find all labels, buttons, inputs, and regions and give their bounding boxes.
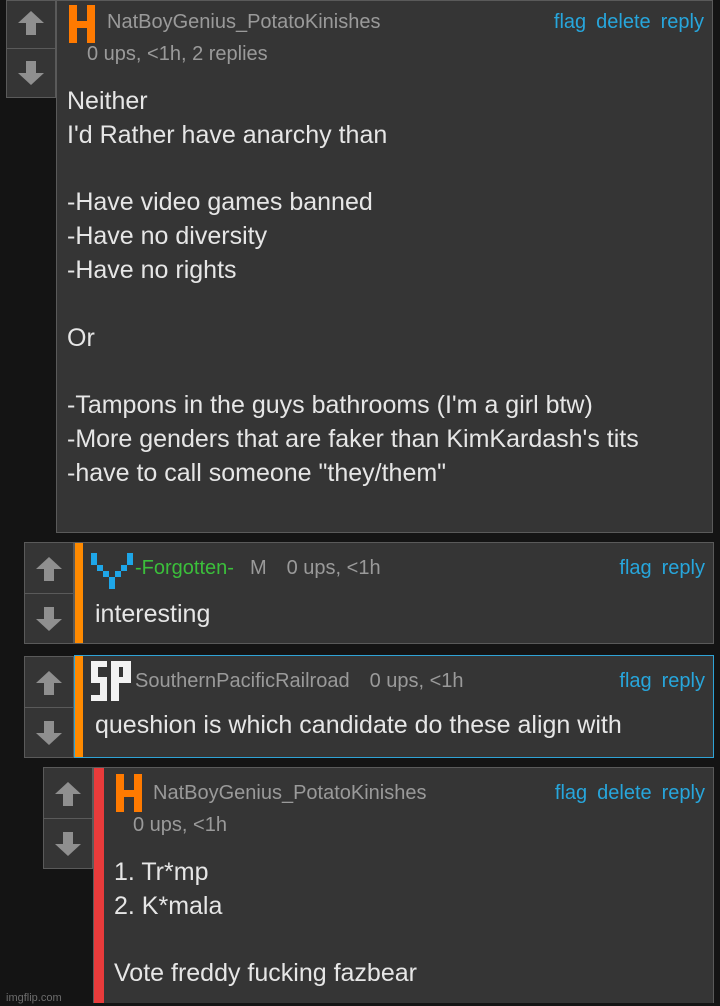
- comment-meta: 0 ups, <1h: [286, 557, 381, 579]
- reply-button[interactable]: reply: [662, 670, 705, 693]
- comment-body: 1. Tr*mp 2. K*mala Vote freddy fucking f…: [114, 858, 417, 988]
- flag-button[interactable]: flag: [619, 670, 651, 693]
- vote-column: [24, 656, 74, 758]
- blue-heart-avatar-icon: [91, 553, 133, 589]
- downvote-button[interactable]: [7, 53, 55, 93]
- reply-button[interactable]: reply: [662, 782, 705, 805]
- upvote-arrow-icon: [36, 557, 62, 581]
- vote-column: [24, 542, 74, 644]
- orange-h-avatar-icon: [116, 774, 142, 812]
- downvote-button[interactable]: [25, 713, 73, 753]
- delete-button[interactable]: delete: [596, 11, 651, 34]
- comment-reply: SouthernPacificRailroad 0 ups, <1h flag …: [74, 655, 714, 758]
- reply-button[interactable]: reply: [661, 11, 704, 34]
- upvote-arrow-icon: [36, 671, 62, 695]
- upvote-button[interactable]: [7, 3, 55, 43]
- thread-stripe: [75, 543, 83, 643]
- vote-column: [6, 0, 56, 98]
- comment-reply: -Forgotten- M 0 ups, <1h flag reply inte…: [74, 542, 714, 644]
- comment-reply: NatBoyGenius_PotatoKinishes 0 ups, <1h f…: [93, 767, 714, 1003]
- upvote-button[interactable]: [25, 663, 73, 703]
- downvote-arrow-icon: [36, 607, 62, 631]
- vote-column: [43, 767, 93, 869]
- comment-meta: 0 ups, <1h, 2 replies: [87, 43, 268, 65]
- downvote-arrow-icon: [18, 61, 44, 85]
- flag-button[interactable]: flag: [554, 11, 586, 34]
- reply-button[interactable]: reply: [662, 557, 705, 580]
- comment-username[interactable]: -Forgotten-: [135, 557, 234, 580]
- upvote-button[interactable]: [44, 774, 92, 814]
- orange-h-avatar-icon: [69, 5, 95, 43]
- comment-body: interesting: [95, 600, 211, 628]
- upvote-arrow-icon: [55, 782, 81, 806]
- thread-stripe: [75, 656, 83, 757]
- comment-username[interactable]: SouthernPacificRailroad: [135, 670, 350, 693]
- comment-username[interactable]: NatBoyGenius_PotatoKinishes: [153, 782, 427, 805]
- comment-meta: 0 ups, <1h: [369, 670, 464, 692]
- upvote-button[interactable]: [25, 549, 73, 589]
- watermark: imgflip.com: [6, 992, 62, 1004]
- comment: NatBoyGenius_PotatoKinishes 0 ups, <1h, …: [56, 0, 713, 533]
- comment-meta: 0 ups, <1h: [133, 814, 227, 836]
- sp-logo-avatar-icon: [91, 661, 131, 701]
- downvote-arrow-icon: [36, 721, 62, 745]
- delete-button[interactable]: delete: [597, 782, 652, 805]
- mod-badge: M: [249, 557, 267, 579]
- downvote-button[interactable]: [25, 599, 73, 639]
- comment-body: queshion is which candidate do these ali…: [95, 711, 622, 739]
- comment-body: Neither I'd Rather have anarchy than -Ha…: [67, 87, 639, 487]
- thread-stripe: [94, 768, 104, 1003]
- downvote-arrow-icon: [55, 832, 81, 856]
- comment-username[interactable]: NatBoyGenius_PotatoKinishes: [107, 11, 381, 34]
- flag-button[interactable]: flag: [619, 557, 651, 580]
- downvote-button[interactable]: [44, 824, 92, 864]
- upvote-arrow-icon: [18, 11, 44, 35]
- flag-button[interactable]: flag: [555, 782, 587, 805]
